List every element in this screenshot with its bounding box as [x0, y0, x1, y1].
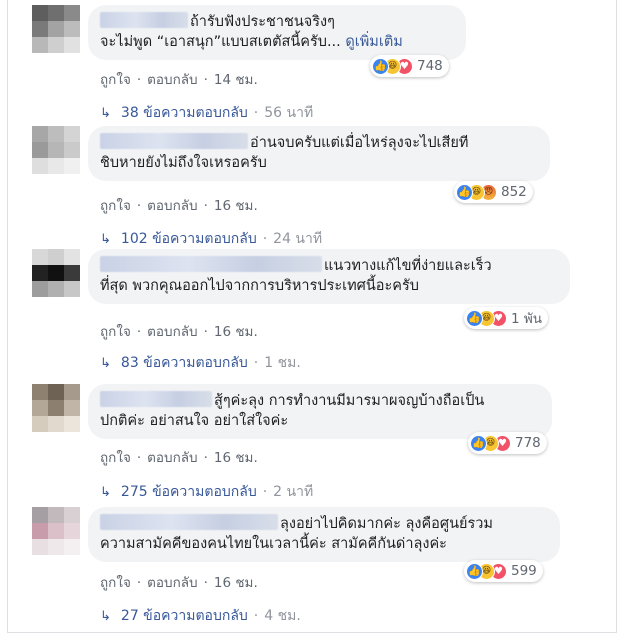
- like-icon: 👍: [470, 434, 487, 452]
- commenter-name[interactable]: [100, 514, 278, 530]
- like-icon: 👍: [456, 183, 473, 201]
- comment-actions: ถูกใจ · ตอบกลับ · 16 ชม.: [100, 450, 258, 466]
- reply-button[interactable]: ตอบกลับ: [147, 72, 197, 88]
- view-replies-link[interactable]: ↳ 38 ข้อความตอบกลับ · 56 นาที: [100, 102, 313, 124]
- replies-count: 38 ข้อความตอบกลับ: [120, 105, 248, 121]
- comment-actions: ถูกใจ · ตอบกลับ · 16 ชม.: [100, 324, 258, 340]
- see-more-link[interactable]: ดูเพิ่มเติม: [345, 34, 402, 50]
- comment-text-line: อ่านจบครับแต่เมื่อไหร่ลุงจะไปเสียที: [250, 135, 469, 151]
- reply-arrow-icon: ↳: [100, 609, 111, 624]
- like-button[interactable]: ถูกใจ: [100, 450, 131, 466]
- replies-time: 4 ชม.: [264, 608, 301, 624]
- replies-count: 102 ข้อความตอบกลับ: [120, 231, 257, 247]
- comment-time[interactable]: 16 ชม.: [214, 198, 258, 214]
- reaction-summary[interactable]: 👍 😆 ♥ 748: [370, 55, 449, 77]
- replies-time: 1 ชม.: [264, 355, 301, 371]
- reply-button[interactable]: ตอบกลับ: [147, 575, 197, 591]
- replies-count: 83 ข้อความตอบกลับ: [120, 355, 248, 371]
- comment-bubble: แนวทางแก้ไขที่ง่ายและเร็ว ที่สุด พวกคุณอ…: [88, 249, 570, 304]
- comment-list: ถ้ารับฟังประชาชนจริงๆ จะไม่พูด “เอาสนุก”…: [7, 0, 617, 633]
- avatar[interactable]: [32, 126, 80, 174]
- comment-text-line: ความสามัคคีของคนไทยในเวลานี้ค่ะ สามัคคีก…: [100, 536, 447, 552]
- reply-button[interactable]: ตอบกลับ: [147, 324, 197, 340]
- comment-time[interactable]: 16 ชม.: [214, 450, 258, 466]
- like-icon: 👍: [372, 57, 389, 75]
- reply-arrow-icon: ↳: [100, 485, 111, 500]
- avatar[interactable]: [32, 384, 80, 432]
- comment-text-line: ปกติค่ะ อย่าสนใจ อย่าใส่ใจค่ะ: [100, 413, 289, 429]
- comment-actions: ถูกใจ · ตอบกลับ · 16 ชม.: [100, 198, 258, 214]
- replies-count: 275 ข้อความตอบกลับ: [120, 484, 257, 500]
- view-replies-link[interactable]: ↳ 27 ข้อความตอบกลับ · 4 ชม.: [100, 605, 301, 627]
- comment-text-line: ชิบหายยังไม่ถึงใจเหรอครับ: [100, 155, 267, 171]
- like-button[interactable]: ถูกใจ: [100, 198, 131, 214]
- comment-bubble: ถ้ารับฟังประชาชนจริงๆ จะไม่พูด “เอาสนุก”…: [88, 5, 466, 60]
- reaction-summary[interactable]: 👍 😆 ♥ 1 พัน: [464, 307, 549, 329]
- comment-bubble: ลุงอย่าไปคิดมากค่ะ ลุงคือศูนย์รวม ความสา…: [88, 507, 560, 562]
- comment-time[interactable]: 16 ชม.: [214, 575, 258, 591]
- reply-arrow-icon: ↳: [100, 232, 111, 247]
- like-icon: 👍: [466, 309, 483, 327]
- comment-time[interactable]: 14 ชม.: [214, 72, 258, 88]
- reaction-count: 1 พัน: [511, 311, 543, 327]
- comment-text-line: แนวทางแก้ไขที่ง่ายและเร็ว: [324, 258, 492, 274]
- comment-text-line: จะไม่พูด “เอาสนุก”แบบสเตตัสนี้ครับ...: [100, 34, 341, 50]
- commenter-name[interactable]: [100, 256, 322, 272]
- commenter-name[interactable]: [100, 12, 188, 28]
- like-button[interactable]: ถูกใจ: [100, 324, 131, 340]
- reaction-count: 599: [511, 563, 537, 579]
- replies-time: 24 นาที: [273, 231, 323, 247]
- like-button[interactable]: ถูกใจ: [100, 575, 131, 591]
- avatar[interactable]: [32, 5, 80, 53]
- comment-text-line: ที่สุด พวกคุณออกไปจากการบริหารประเทศนี้อ…: [100, 278, 419, 294]
- replies-time-separator: ·: [253, 105, 259, 121]
- replies-time: 2 นาที: [273, 484, 314, 500]
- comment-actions: ถูกใจ · ตอบกลับ · 16 ชม.: [100, 575, 258, 591]
- reply-arrow-icon: ↳: [100, 106, 111, 121]
- reply-button[interactable]: ตอบกลับ: [147, 198, 197, 214]
- reaction-summary[interactable]: 👍 😆 😠 852: [454, 181, 533, 203]
- replies-time-separator: ·: [253, 355, 259, 371]
- replies-time-separator: ·: [262, 231, 268, 247]
- comment-text-line: ลุงอย่าไปคิดมากค่ะ ลุงคือศูนย์รวม: [280, 516, 493, 532]
- like-icon: 👍: [466, 562, 483, 580]
- comment-text-line: สู้ๆค่ะลุง การทำงานมีมารมาผจญบ้างถือเป็น: [214, 393, 485, 409]
- reaction-count: 778: [515, 435, 541, 451]
- view-replies-link[interactable]: ↳ 83 ข้อความตอบกลับ · 1 ชม.: [100, 352, 301, 374]
- comment-text-line: ถ้ารับฟังประชาชนจริงๆ: [190, 14, 335, 30]
- replies-time-separator: ·: [253, 608, 259, 624]
- replies-count: 27 ข้อความตอบกลับ: [120, 608, 248, 624]
- view-replies-link[interactable]: ↳ 275 ข้อความตอบกลับ · 2 นาที: [100, 481, 313, 503]
- replies-time: 56 นาที: [264, 105, 314, 121]
- comment-time[interactable]: 16 ชม.: [214, 324, 258, 340]
- like-button[interactable]: ถูกใจ: [100, 72, 131, 88]
- view-replies-link[interactable]: ↳ 102 ข้อความตอบกลับ · 24 นาที: [100, 228, 322, 250]
- comment-bubble: อ่านจบครับแต่เมื่อไหร่ลุงจะไปเสียที ชิบห…: [88, 126, 550, 181]
- reply-arrow-icon: ↳: [100, 356, 111, 371]
- comment-actions: ถูกใจ · ตอบกลับ · 14 ชม.: [100, 72, 258, 88]
- commenter-name[interactable]: [100, 391, 212, 407]
- reaction-count: 852: [501, 184, 527, 200]
- avatar[interactable]: [32, 507, 80, 555]
- replies-time-separator: ·: [262, 484, 268, 500]
- reaction-summary[interactable]: 👍 😆 ♥ 599: [464, 560, 543, 582]
- reaction-count: 748: [417, 58, 443, 74]
- avatar[interactable]: [32, 249, 80, 297]
- reply-button[interactable]: ตอบกลับ: [147, 450, 197, 466]
- reaction-summary[interactable]: 👍 😆 ♥ 778: [468, 432, 547, 454]
- comment-bubble: สู้ๆค่ะลุง การทำงานมีมารมาผจญบ้างถือเป็น…: [88, 384, 552, 439]
- commenter-name[interactable]: [100, 133, 248, 149]
